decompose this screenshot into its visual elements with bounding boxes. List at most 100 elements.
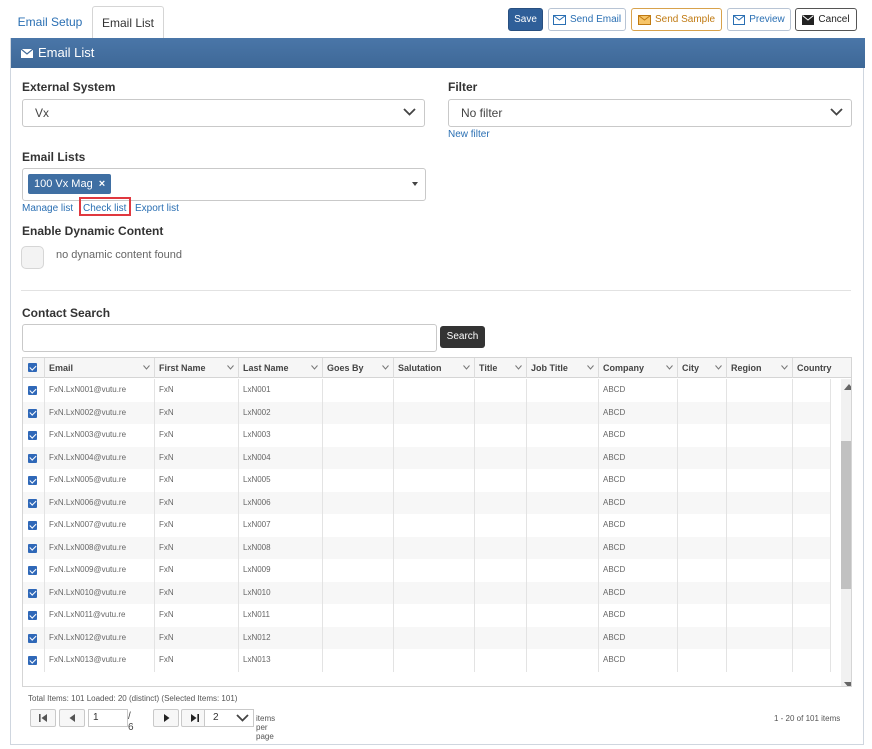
column-header-label: Company xyxy=(603,363,645,373)
column-header[interactable]: Job Title xyxy=(527,358,599,378)
table-cell xyxy=(727,491,793,514)
page-input[interactable]: 1 xyxy=(88,709,128,727)
table-cell xyxy=(394,379,475,402)
row-checkbox[interactable] xyxy=(28,611,37,620)
manage-list-link[interactable]: Manage list xyxy=(22,203,73,214)
row-checkbox[interactable] xyxy=(28,386,37,395)
external-system-select[interactable]: Vx xyxy=(22,99,425,127)
table-row[interactable]: FxN.LxN002@vutu.re FxN LxN002 ABCD xyxy=(23,401,831,424)
grid-header: Email First Name Last Name Goes By Salut… xyxy=(23,358,851,378)
column-header[interactable]: Title xyxy=(475,358,527,378)
row-select-cell[interactable] xyxy=(23,604,45,627)
export-list-link[interactable]: Export list xyxy=(135,203,179,214)
column-header-label: Salutation xyxy=(398,363,442,373)
send-sample-button[interactable]: Send Sample xyxy=(631,8,722,31)
row-checkbox[interactable] xyxy=(28,543,37,553)
column-header[interactable]: Last Name xyxy=(239,358,323,378)
column-header[interactable]: Region xyxy=(727,358,793,378)
vertical-scroll-thumb[interactable] xyxy=(841,441,851,589)
table-row[interactable]: FxN.LxN010@vutu.re FxN LxN010 ABCD xyxy=(23,581,831,604)
row-checkbox[interactable] xyxy=(28,633,37,643)
column-header[interactable]: Goes By xyxy=(323,358,394,378)
email-list-chip-label: 100 Vx Mag xyxy=(34,178,93,190)
search-button[interactable]: Search xyxy=(440,326,485,348)
row-select-cell[interactable] xyxy=(23,536,45,559)
table-row[interactable]: FxN.LxN006@vutu.re FxN LxN006 ABCD xyxy=(23,491,831,514)
tab-email-setup[interactable]: Email Setup xyxy=(10,6,90,39)
panel-title: Email List xyxy=(38,45,95,60)
table-row[interactable]: FxN.LxN001@vutu.re FxN LxN001 ABCD xyxy=(23,379,831,402)
scroll-down-icon[interactable] xyxy=(844,682,851,686)
row-select-cell[interactable] xyxy=(23,401,45,424)
row-select-cell[interactable] xyxy=(23,626,45,649)
row-select-cell[interactable] xyxy=(23,559,45,582)
tab-email-list[interactable]: Email List xyxy=(92,6,164,39)
table-row[interactable]: FxN.LxN009@vutu.re FxN LxN009 ABCD xyxy=(23,559,831,582)
row-checkbox[interactable] xyxy=(28,476,37,485)
row-select-cell[interactable] xyxy=(23,581,45,604)
new-filter-link[interactable]: New filter xyxy=(448,129,490,140)
column-header[interactable]: Country xyxy=(793,358,851,378)
row-checkbox[interactable] xyxy=(28,408,37,418)
prev-page-button[interactable] xyxy=(59,709,85,727)
row-checkbox[interactable] xyxy=(28,521,37,530)
table-row[interactable]: FxN.LxN003@vutu.re FxN LxN003 ABCD xyxy=(23,424,831,447)
table-cell xyxy=(678,424,727,447)
preview-button[interactable]: Preview xyxy=(727,8,791,31)
dynamic-content-toggle[interactable] xyxy=(21,246,44,269)
send-email-button[interactable]: Send Email xyxy=(548,8,626,31)
table-row[interactable]: FxN.LxN013@vutu.re FxN LxN013 ABCD xyxy=(23,649,831,672)
table-row[interactable]: FxN.LxN004@vutu.re FxN LxN004 ABCD xyxy=(23,446,831,469)
column-header[interactable]: Email xyxy=(45,358,155,378)
cancel-button[interactable]: Cancel xyxy=(795,8,857,31)
next-page-button[interactable] xyxy=(153,709,179,727)
column-header[interactable]: Salutation xyxy=(394,358,475,378)
table-cell xyxy=(678,536,727,559)
page-size-select[interactable]: 2 xyxy=(204,709,254,727)
filter-select[interactable]: No filter xyxy=(448,99,852,127)
table-row[interactable]: FxN.LxN011@vutu.re FxN LxN011 ABCD xyxy=(23,604,831,627)
table-cell xyxy=(793,424,831,447)
row-checkbox[interactable] xyxy=(28,588,37,598)
row-checkbox[interactable] xyxy=(28,453,37,463)
column-header[interactable]: First Name xyxy=(155,358,239,378)
remove-chip-icon[interactable]: × xyxy=(99,174,105,194)
table-cell xyxy=(678,559,727,582)
table-row[interactable]: FxN.LxN007@vutu.re FxN LxN007 ABCD xyxy=(23,514,831,537)
row-select-cell[interactable] xyxy=(23,491,45,514)
table-cell xyxy=(678,379,727,402)
chevron-down-icon xyxy=(403,108,416,116)
header-select-all[interactable] xyxy=(23,358,45,378)
save-button[interactable]: Save xyxy=(508,8,543,31)
row-select-cell[interactable] xyxy=(23,469,45,492)
first-page-icon xyxy=(38,714,47,722)
table-cell xyxy=(678,446,727,469)
select-all-checkbox[interactable] xyxy=(28,363,37,372)
table-cell xyxy=(727,401,793,424)
row-checkbox[interactable] xyxy=(28,498,37,508)
table-row[interactable]: FxN.LxN012@vutu.re FxN LxN012 ABCD xyxy=(23,626,831,649)
envelope-icon xyxy=(21,48,33,58)
caret-down-icon[interactable] xyxy=(412,182,418,186)
row-select-cell[interactable] xyxy=(23,649,45,672)
table-row[interactable]: FxN.LxN008@vutu.re FxN LxN008 ABCD xyxy=(23,536,831,559)
table-cell xyxy=(394,536,475,559)
row-select-cell[interactable] xyxy=(23,379,45,402)
table-cell xyxy=(527,649,599,672)
row-select-cell[interactable] xyxy=(23,514,45,537)
column-header[interactable]: Company xyxy=(599,358,678,378)
scroll-up-icon[interactable] xyxy=(844,384,851,390)
row-checkbox[interactable] xyxy=(28,656,37,665)
row-checkbox[interactable] xyxy=(28,566,37,575)
row-select-cell[interactable] xyxy=(23,424,45,447)
row-checkbox[interactable] xyxy=(28,431,37,440)
table-cell xyxy=(475,536,527,559)
table-cell xyxy=(475,491,527,514)
contact-search-input[interactable] xyxy=(22,324,437,352)
table-cell xyxy=(527,469,599,492)
row-select-cell[interactable] xyxy=(23,446,45,469)
table-cell: ABCD xyxy=(599,424,678,447)
table-row[interactable]: FxN.LxN005@vutu.re FxN LxN005 ABCD xyxy=(23,469,831,492)
first-page-button[interactable] xyxy=(30,709,56,727)
column-header[interactable]: City xyxy=(678,358,727,378)
